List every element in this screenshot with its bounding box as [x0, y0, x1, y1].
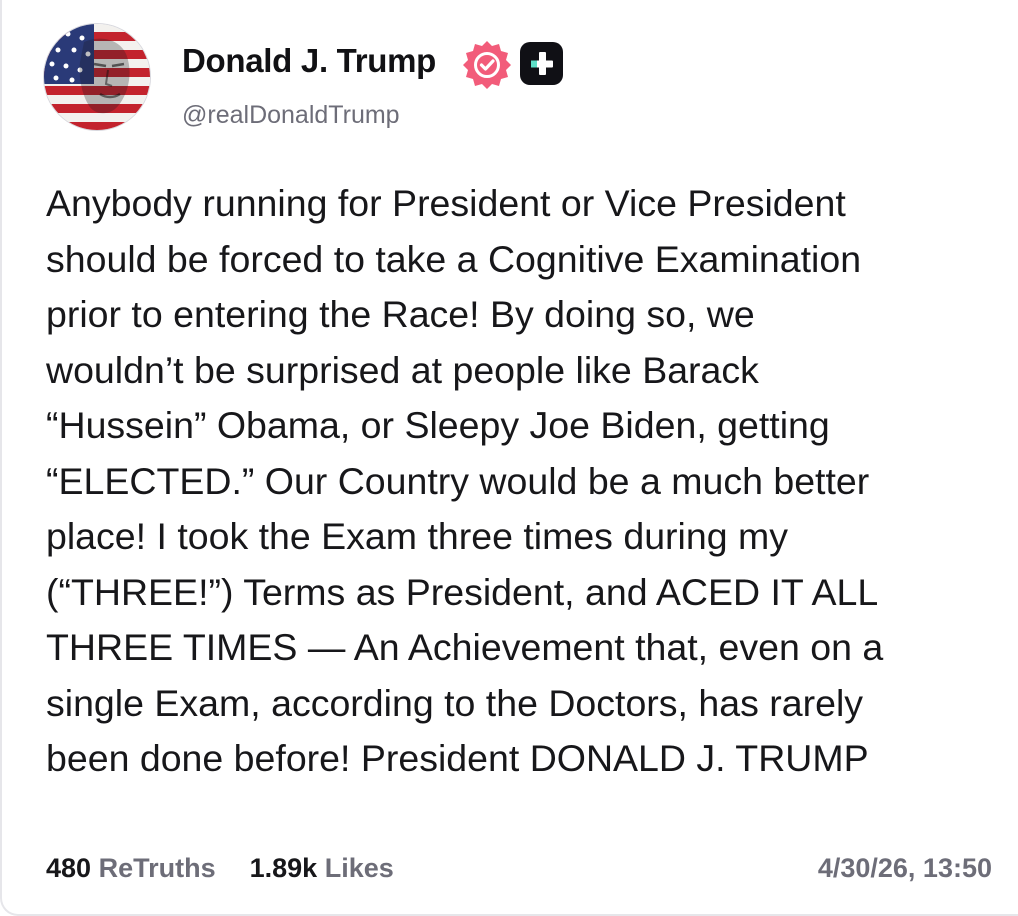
- post-text: Anybody running for President or Vice Pr…: [46, 182, 884, 779]
- post-timestamp[interactable]: 4/30/26, 13:50: [818, 853, 992, 884]
- truth-plus-icon: [520, 42, 563, 85]
- user-handle[interactable]: @realDonaldTrump: [182, 101, 400, 130]
- flag-portrait-avatar-icon: [44, 24, 150, 130]
- retruths-stat[interactable]: 480 ReTruths: [46, 853, 216, 884]
- likes-label: Likes: [324, 853, 394, 883]
- avatar[interactable]: [44, 24, 150, 130]
- post-card: Donald J. Trump @realDonaldTrump Anybody…: [0, 0, 1018, 916]
- verified-badge-icon: [461, 38, 513, 90]
- display-name[interactable]: Donald J. Trump: [182, 42, 436, 80]
- retruths-count: 480: [46, 853, 92, 883]
- retruths-label: ReTruths: [98, 853, 216, 883]
- post-stats: 480 ReTruths 1.89k Likes: [46, 853, 394, 884]
- likes-stat[interactable]: 1.89k Likes: [250, 853, 394, 884]
- likes-count: 1.89k: [249, 853, 318, 883]
